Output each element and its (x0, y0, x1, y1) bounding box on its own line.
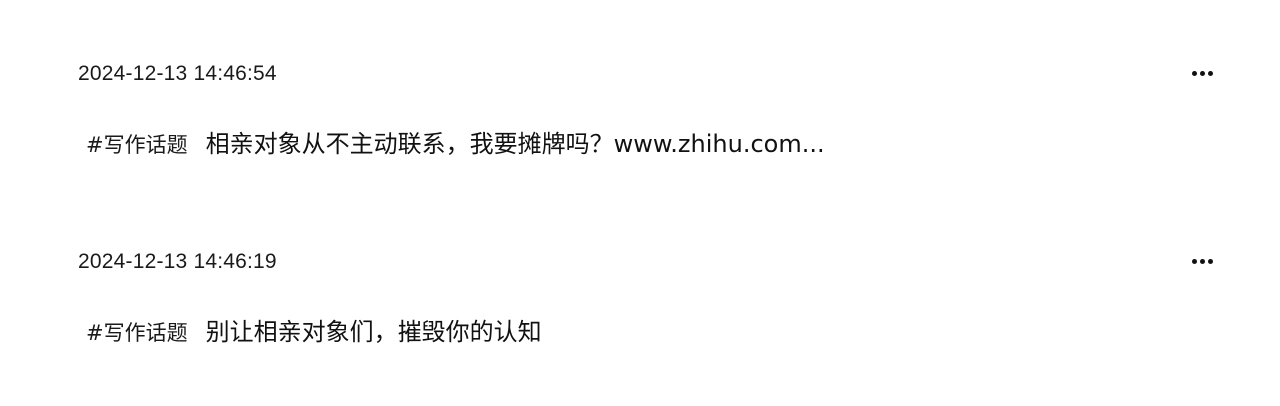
post-text[interactable]: 别让相亲对象们，摧毁你的认知 (206, 312, 542, 347)
post-timestamp: 2024-12-13 14:46:19 (78, 250, 277, 273)
more-horizontal-icon (1199, 258, 1205, 264)
topic-tag[interactable]: #写作话题 (86, 129, 188, 159)
post-timestamp: 2024-12-13 14:46:54 (78, 62, 277, 85)
more-options-button[interactable] (1183, 62, 1221, 84)
post-item: 2024-12-13 14:46:54 #写作话题 相亲对象从不主动联系，我要摊… (0, 52, 1280, 202)
more-horizontal-icon (1191, 70, 1197, 76)
post-content: #写作话题 相亲对象从不主动联系，我要摊牌吗？www.zhihu.com... (86, 124, 825, 159)
post-text[interactable]: 相亲对象从不主动联系，我要摊牌吗？www.zhihu.com... (206, 124, 825, 159)
more-options-button[interactable] (1183, 250, 1221, 272)
post-item: 2024-12-13 14:46:19 #写作话题 别让相亲对象们，摧毁你的认知 (0, 240, 1280, 390)
more-horizontal-icon (1191, 258, 1197, 264)
more-horizontal-icon (1199, 70, 1205, 76)
more-horizontal-icon (1207, 70, 1213, 76)
topic-tag[interactable]: #写作话题 (86, 317, 188, 347)
post-content: #写作话题 别让相亲对象们，摧毁你的认知 (86, 312, 542, 347)
more-horizontal-icon (1207, 258, 1213, 264)
